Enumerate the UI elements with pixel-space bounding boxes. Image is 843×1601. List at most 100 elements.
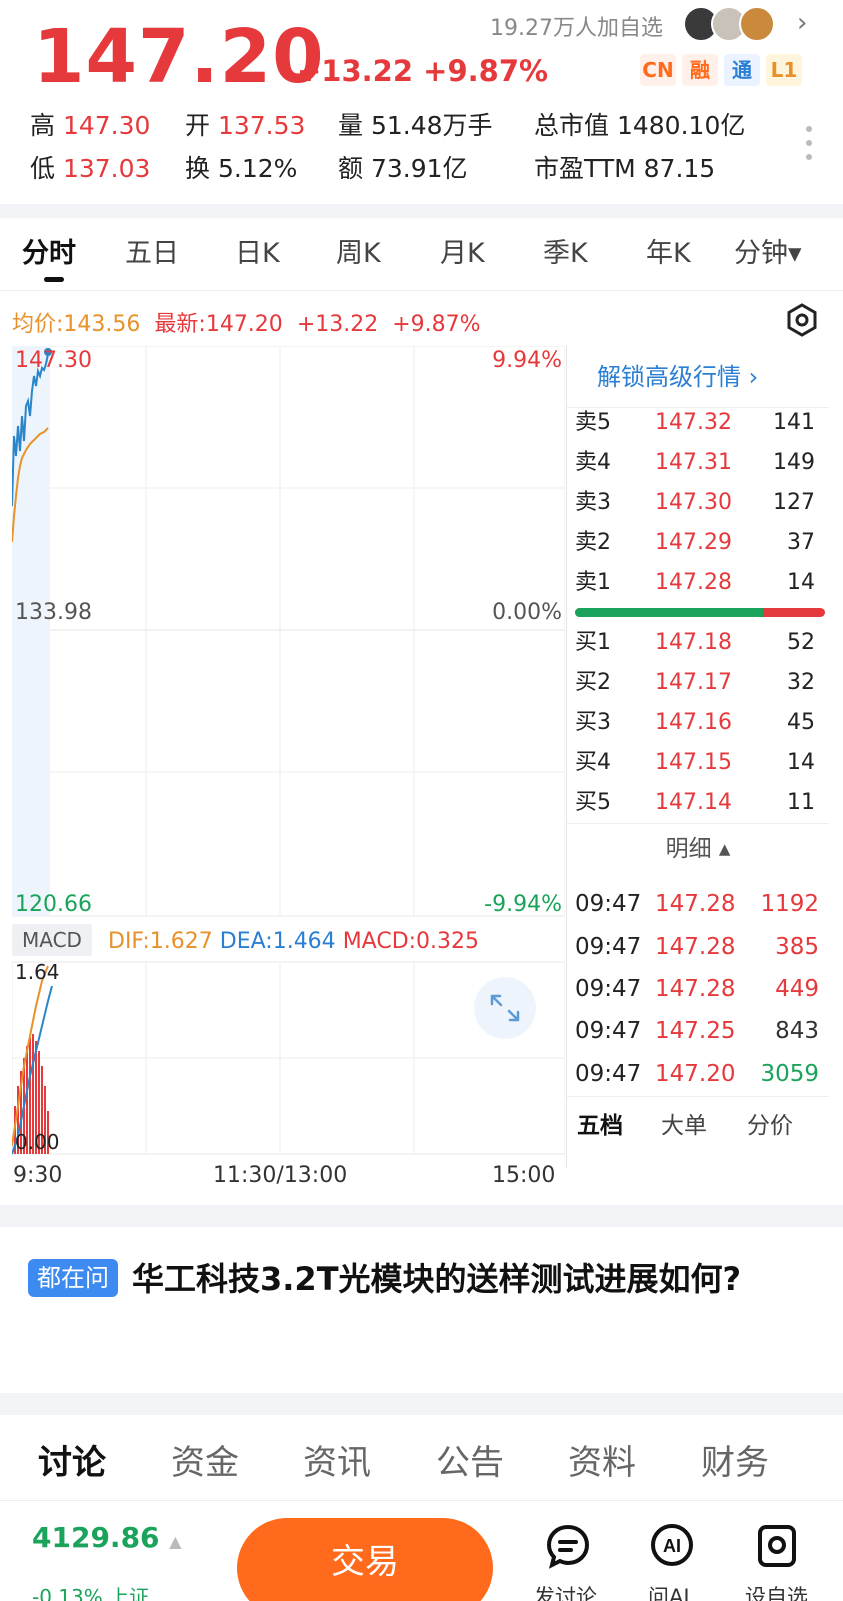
latest-price: 最新:147.20	[154, 312, 283, 337]
orderbook-view-tabs: 五档 大单 分价	[567, 1096, 829, 1154]
current-price: 147.20	[33, 14, 325, 100]
discuss-label[interactable]: 发讨论	[534, 1581, 597, 1601]
qa-question: 华工科技3.2T光模块的送样测试进展如何?	[132, 1260, 742, 1298]
badge-connect: 通	[724, 54, 760, 86]
trade-detail-row: 09:47 147.25 843	[575, 1018, 819, 1044]
chart-svg	[11, 345, 566, 1155]
badge-l1: L1	[766, 54, 802, 86]
badge-cn: CN	[640, 54, 676, 86]
chevron-right-icon[interactable]: ›	[797, 8, 807, 38]
stats-col-2: 开 137.53 换 5.12%	[185, 111, 306, 183]
latest-change: +13.22	[296, 312, 379, 337]
tab-discussion[interactable]: 讨论	[38, 1435, 106, 1484]
bid-row: 买1 147.18 52	[575, 630, 815, 655]
time-label: 9:30	[13, 1163, 63, 1188]
ask-row: 卖5 147.32 141	[575, 410, 815, 435]
divider	[0, 204, 843, 218]
add-watchlist-label[interactable]: 设自选	[745, 1581, 808, 1601]
tab-minute[interactable]: 分钟▾	[734, 231, 802, 270]
add-watchlist-icon[interactable]	[752, 1521, 802, 1571]
divider	[0, 1393, 843, 1415]
y-axis-mid: 133.98	[15, 600, 92, 625]
pct-axis-mid: 0.00%	[492, 600, 562, 625]
tab-daily-k[interactable]: 日K	[235, 231, 280, 270]
tab-large-orders[interactable]: 大单	[661, 1097, 707, 1155]
price-change: +13.22 +9.87%	[297, 54, 549, 88]
watch-count[interactable]: 19.27万人加自选	[490, 10, 663, 42]
trade-detail-row: 09:47 147.20 3059	[575, 1061, 819, 1087]
trade-button[interactable]: 交易	[237, 1518, 493, 1601]
ask-row: 卖2 147.29 37	[575, 530, 815, 555]
tab-quarterly-k[interactable]: 季K	[543, 231, 588, 270]
settings-icon[interactable]	[784, 302, 820, 338]
index-value[interactable]: 4129.86 ▲	[32, 1521, 182, 1554]
more-icon[interactable]	[805, 126, 813, 166]
high-price: 147.30	[62, 111, 151, 140]
avg-price: 均价:143.56	[12, 312, 141, 337]
tab-five-levels[interactable]: 五档	[577, 1097, 623, 1155]
tab-monthly-k[interactable]: 月K	[440, 231, 485, 270]
tab-announcements[interactable]: 公告	[436, 1435, 504, 1484]
bid-row: 买3 147.16 45	[575, 710, 815, 735]
avg-price-line: 均价:143.56 最新:147.20 +13.22 +9.87%	[12, 306, 481, 338]
ai-icon[interactable]: AI	[647, 1521, 697, 1571]
open-price: 137.53	[217, 111, 306, 140]
svg-text:AI: AI	[663, 1536, 681, 1556]
tab-news[interactable]: 资讯	[303, 1435, 371, 1484]
time-label: 11:30/13:00	[213, 1163, 348, 1188]
stats-col-4: 总市值 1480.10亿 市盈TTM 87.15	[534, 111, 746, 183]
discuss-icon[interactable]	[543, 1521, 593, 1571]
unlock-advanced-quotes-link[interactable]: 解锁高级行情 ›	[567, 346, 829, 408]
macd-axis-bottom: 0.00	[15, 1130, 60, 1154]
market-cap: 1480.10亿	[616, 111, 746, 140]
macd-indicator-tag[interactable]: MACD	[12, 924, 92, 956]
tab-financials[interactable]: 财务	[701, 1435, 769, 1484]
trade-detail-row: 09:47 147.28 385	[575, 934, 819, 960]
tab-capital[interactable]: 资金	[171, 1435, 239, 1484]
stock-header: 147.20 +13.22 +9.87% 19.27万人加自选 › CN 融 通…	[0, 0, 843, 205]
tab-indicator	[44, 277, 64, 282]
bottom-action-bar: 4129.86 ▲ -0.13% 上证 交易 发讨论 AI 问AI 设自选	[0, 1500, 843, 1601]
watcher-avatars[interactable]	[683, 6, 783, 44]
bid-row: 买4 147.15 14	[575, 750, 815, 775]
tab-yearly-k[interactable]: 年K	[646, 231, 691, 270]
time-axis: 9:30 11:30/13:00 15:00	[12, 1163, 565, 1193]
tab-profile[interactable]: 资料	[568, 1435, 636, 1484]
amount: 73.91亿	[370, 154, 468, 183]
trade-detail-row: 09:47 147.28 449	[575, 976, 819, 1002]
divider	[0, 290, 843, 291]
y-axis-bottom: 120.66	[15, 892, 92, 917]
latest-change-pct: +9.87%	[392, 312, 481, 337]
index-change: -0.13% 上证	[32, 1585, 150, 1601]
divider	[0, 1205, 843, 1227]
badge-margin: 融	[682, 54, 718, 86]
stats-col-3: 量 51.48万手 额 73.91亿	[338, 111, 493, 183]
pct-axis-top: 9.94%	[492, 348, 562, 373]
tab-intraday[interactable]: 分时	[22, 231, 76, 270]
stats-col-1: 高 147.30 低 137.03	[30, 111, 151, 183]
pe-ttm: 87.15	[643, 154, 716, 183]
pct-axis-bottom: -9.94%	[484, 892, 562, 917]
hot-question[interactable]: 都在问 华工科技3.2T光模块的送样测试进展如何?	[28, 1254, 818, 1304]
macd-values: DIF:1.627 DEA:1.464 MACD:0.325	[108, 929, 480, 954]
tab-weekly-k[interactable]: 周K	[336, 231, 381, 270]
trade-detail-row: 09:47 147.28 1192	[575, 891, 819, 917]
avatar	[739, 6, 775, 42]
time-label: 15:00	[492, 1163, 556, 1188]
ask-row: 卖1 147.28 14	[575, 570, 815, 595]
tab-five-day[interactable]: 五日	[125, 231, 179, 270]
bid-ask-ratio-bar	[575, 608, 825, 617]
intraday-chart[interactable]: 147.30 9.94% 133.98 0.00% 120.66 -9.94% …	[11, 345, 566, 1168]
trade-detail-toggle[interactable]: 明细 ▴	[567, 823, 829, 873]
ask-ai-label[interactable]: 问AI	[648, 1581, 690, 1601]
content-tabs: 讨论 资金 资讯 公告 资料 财务	[0, 1435, 843, 1495]
ask-row: 卖4 147.31 149	[575, 450, 815, 475]
chart-period-tabs: 分时 五日 日K 周K 月K 季K 年K 分钟▾	[0, 225, 843, 287]
turnover-rate: 5.12%	[217, 154, 298, 183]
triangle-up-icon: ▲	[169, 1532, 182, 1551]
low-price: 137.03	[62, 154, 151, 183]
y-axis-top: 147.30	[15, 348, 92, 373]
qa-badge: 都在问	[28, 1259, 118, 1297]
tab-price-distribution[interactable]: 分价	[747, 1097, 793, 1155]
order-book: 解锁高级行情 › 卖5 147.32 141 卖4 147.31 149 卖3 147.3…	[566, 346, 829, 1168]
